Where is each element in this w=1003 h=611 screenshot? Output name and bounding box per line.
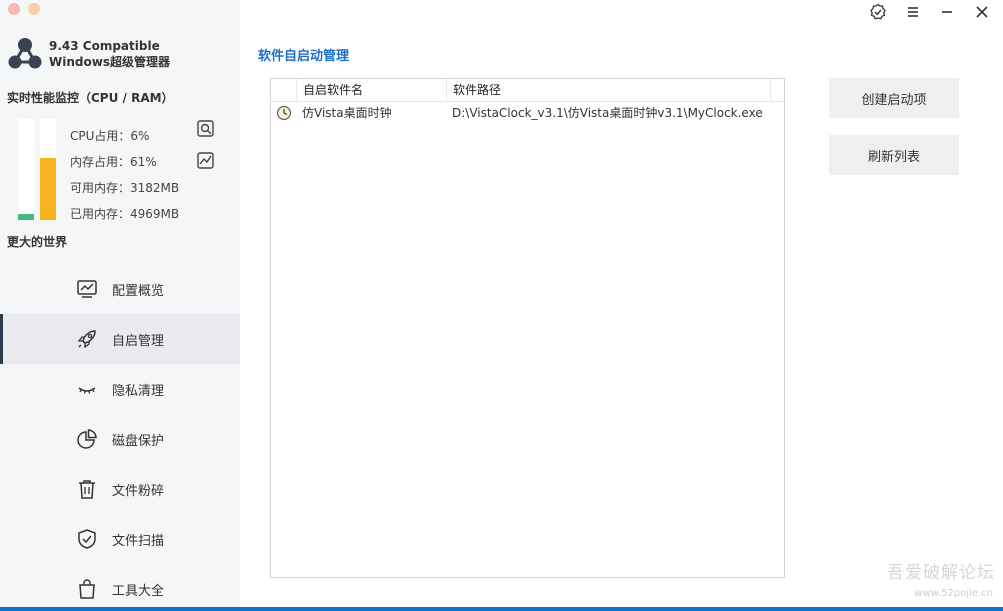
nav-label-startup-manager: 自启管理 — [112, 334, 165, 349]
app-version: 9.43 Compatible — [49, 39, 160, 53]
memory-usage-fill — [40, 158, 56, 220]
app-name: Windows超级管理器 — [49, 55, 170, 69]
nav-label-toolbox: 工具大全 — [112, 584, 165, 599]
menu-icon[interactable] — [904, 3, 922, 21]
table-header-path[interactable]: 软件路径 — [447, 79, 771, 101]
app-title: 9.43 Compatible Windows超级管理器 — [49, 38, 170, 70]
shield-check-icon — [78, 529, 96, 549]
cpu-detail-icon[interactable] — [196, 119, 216, 139]
cpu-usage-bar — [18, 119, 34, 220]
sidebar: 9.43 Compatible Windows超级管理器 实时性能监控（CPU … — [0, 0, 240, 611]
nav-item-toolbox[interactable]: 工具大全 — [0, 564, 240, 611]
table-cell-name: 仿Vista桌面时钟 — [302, 106, 392, 120]
traffic-lights — [8, 3, 40, 15]
available-memory-label: 可用内存：3182MB — [70, 181, 180, 195]
nav-label-config-overview: 配置概览 — [112, 284, 165, 299]
nav-item-privacy-clean[interactable]: 隐私清理 — [0, 364, 240, 414]
trash-icon — [79, 480, 95, 499]
watermark-url: www.52pojie.cn — [914, 588, 993, 599]
memory-usage-bar — [40, 119, 56, 220]
cpu-usage-label: CPU占用：6% — [70, 129, 150, 143]
nav-label-file-scan: 文件扫描 — [112, 534, 165, 549]
minimize-icon[interactable] — [938, 3, 956, 21]
startup-items-table[interactable]: 自启软件名 软件路径 仿Vista桌面时钟 D:\VistaClock_v3.1… — [270, 78, 785, 578]
clock-icon — [276, 105, 292, 121]
table-header: 自启软件名 软件路径 — [271, 79, 784, 102]
perf-monitor-title: 实时性能监控（CPU / RAM） — [7, 91, 174, 105]
closed-eye-icon — [78, 387, 96, 394]
nav-label-file-shredder: 文件粉碎 — [112, 484, 165, 499]
taskbar-strip — [0, 607, 1003, 611]
nav-item-file-scan[interactable]: 文件扫描 — [0, 514, 240, 564]
close-icon[interactable] — [973, 3, 991, 21]
monitor-chart-icon — [77, 280, 97, 298]
nav-item-file-shredder[interactable]: 文件粉碎 — [0, 464, 240, 514]
more-world-label: 更大的世界 — [7, 235, 68, 249]
nav-item-disk-protect[interactable]: 磁盘保护 — [0, 414, 240, 464]
nav-label-disk-protect: 磁盘保护 — [112, 434, 165, 449]
table-cell-path: D:\VistaClock_v3.1\仿Vista桌面时钟v3.1\MyCloc… — [452, 106, 763, 120]
page-title: 软件自启动管理 — [258, 49, 350, 64]
create-startup-item-button[interactable]: 创建启动项 — [829, 78, 959, 118]
rocket-icon — [77, 330, 96, 349]
shopping-bag-icon — [79, 579, 95, 599]
used-memory-label: 已用内存：4969MB — [70, 207, 180, 221]
pie-chart-icon — [77, 429, 97, 449]
table-header-icon-column[interactable] — [271, 79, 297, 101]
nav-label-privacy-clean: 隐私清理 — [112, 384, 165, 399]
table-row[interactable]: 仿Vista桌面时钟 D:\VistaClock_v3.1\仿Vista桌面时钟… — [271, 102, 784, 124]
watermark-text: 吾爱破解论坛 — [887, 563, 995, 583]
badge-check-icon[interactable] — [869, 3, 887, 21]
orange-dot-icon[interactable] — [28, 3, 40, 15]
cpu-usage-fill — [18, 213, 34, 220]
red-dot-icon[interactable] — [8, 3, 20, 15]
nav-item-startup-manager[interactable]: 自启管理 — [0, 314, 240, 364]
refresh-list-button[interactable]: 刷新列表 — [829, 135, 959, 175]
nav-item-config-overview[interactable]: 配置概览 — [0, 264, 240, 314]
memory-detail-icon[interactable] — [196, 151, 216, 171]
memory-usage-label: 内存占用：61% — [70, 155, 157, 169]
app-logo-icon — [8, 38, 42, 69]
table-header-name[interactable]: 自启软件名 — [297, 79, 447, 101]
